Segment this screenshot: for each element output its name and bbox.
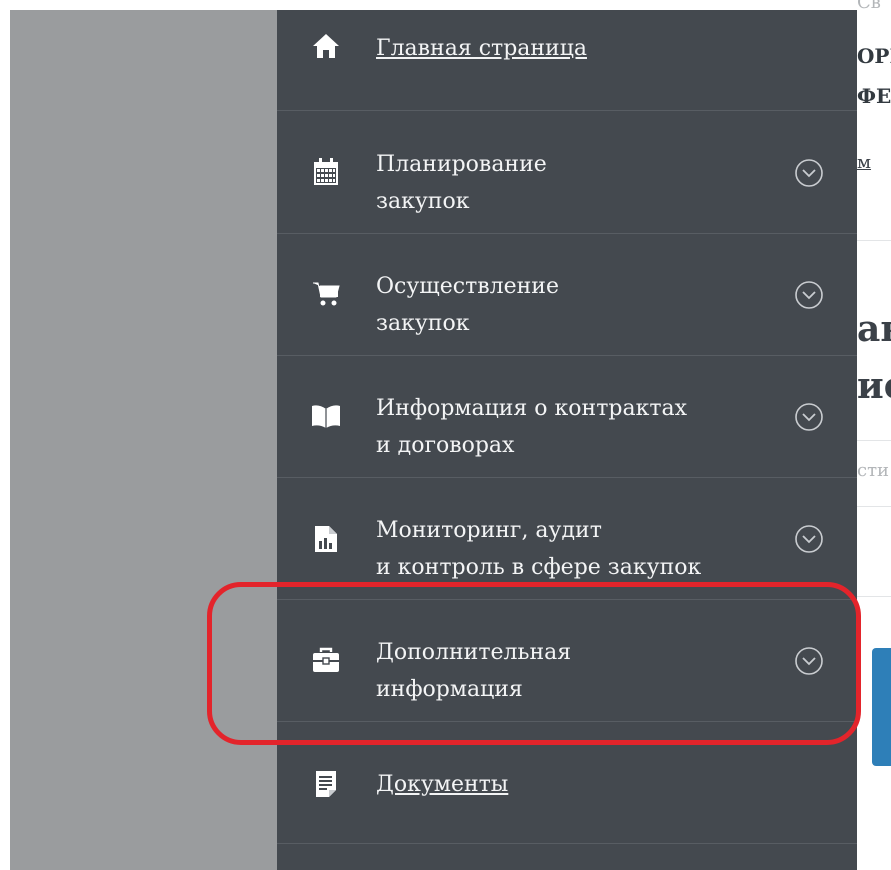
sidebar-item-documents[interactable]: Документы bbox=[277, 722, 857, 844]
sidebar-item-home[interactable]: Главная страница bbox=[277, 10, 857, 111]
sidebar-item-label: информация bbox=[376, 677, 523, 702]
sidebar-item-label[interactable]: Документы bbox=[376, 766, 776, 803]
background-divider bbox=[857, 506, 891, 507]
sidebar-item-label-block: Осуществление закупок bbox=[376, 268, 776, 342]
cart-icon bbox=[311, 279, 341, 309]
sidebar-item-label: и контроль в сфере закупок bbox=[376, 555, 702, 580]
sidebar-item-label: Мониторинг, аудит bbox=[376, 518, 602, 543]
background-page: Св ОРГ ФЕР м ан ис сти bbox=[857, 0, 891, 870]
background-button bbox=[872, 648, 891, 766]
chevron-down-icon[interactable] bbox=[794, 646, 824, 676]
chevron-down-icon[interactable] bbox=[794, 280, 824, 310]
sidebar-item-label: закупок bbox=[376, 189, 470, 214]
background-text-fragment: ФЕР bbox=[857, 84, 891, 108]
background-text-fragment: ОРГ bbox=[857, 44, 891, 68]
background-text-fragment: сти bbox=[857, 460, 890, 481]
sidebar-item-label: закупок bbox=[376, 311, 470, 336]
report-chart-icon bbox=[311, 524, 341, 554]
background-divider bbox=[857, 240, 891, 241]
document-icon bbox=[311, 769, 341, 799]
sidebar-item-monitoring[interactable]: Мониторинг, аудит и контроль в сфере зак… bbox=[277, 478, 857, 600]
sidebar-item-label: и договорах bbox=[376, 433, 515, 458]
home-icon bbox=[311, 31, 341, 61]
background-link-fragment: м bbox=[857, 152, 872, 173]
chevron-down-icon[interactable] bbox=[794, 524, 824, 554]
sidebar-item-label: Информация о контрактах bbox=[376, 396, 688, 421]
sidebar-item-label: Дополнительная bbox=[376, 640, 572, 665]
sidebar-item-label-block: Дополнительная информация bbox=[376, 634, 776, 708]
sidebar-item-contracts[interactable]: Информация о контрактах и договорах bbox=[277, 356, 857, 478]
sidebar-item-label-block: Мониторинг, аудит и контроль в сфере зак… bbox=[376, 512, 776, 586]
background-text-fragment: Св bbox=[857, 0, 881, 13]
book-icon bbox=[311, 401, 341, 431]
background-heading-fragment: ис bbox=[857, 365, 891, 407]
background-heading-fragment: ан bbox=[857, 308, 891, 350]
sidebar-item-procurement[interactable]: Осуществление закупок bbox=[277, 234, 857, 356]
calendar-icon bbox=[311, 157, 341, 187]
sidebar-item-label: Планирование bbox=[376, 152, 547, 177]
sidebar-item-label-block: Планирование закупок bbox=[376, 146, 776, 220]
sidebar-item-label: Осуществление bbox=[376, 274, 559, 299]
chevron-down-icon[interactable] bbox=[794, 402, 824, 432]
background-divider bbox=[857, 596, 891, 597]
chevron-down-icon[interactable] bbox=[794, 158, 824, 188]
sidebar-item-planning[interactable]: Планирование закупок bbox=[277, 111, 857, 234]
sidebar-item-additional-info[interactable]: Дополнительная информация bbox=[277, 600, 857, 722]
sidebar-item-label-block: Информация о контрактах и договорах bbox=[376, 390, 776, 464]
background-divider bbox=[857, 440, 891, 441]
sidebar-item-label[interactable]: Главная страница bbox=[376, 30, 776, 67]
page-overlay[interactable] bbox=[10, 10, 277, 870]
sidebar-menu: Главная страница Планирование закупок Ос… bbox=[277, 10, 857, 870]
briefcase-icon bbox=[311, 645, 341, 675]
